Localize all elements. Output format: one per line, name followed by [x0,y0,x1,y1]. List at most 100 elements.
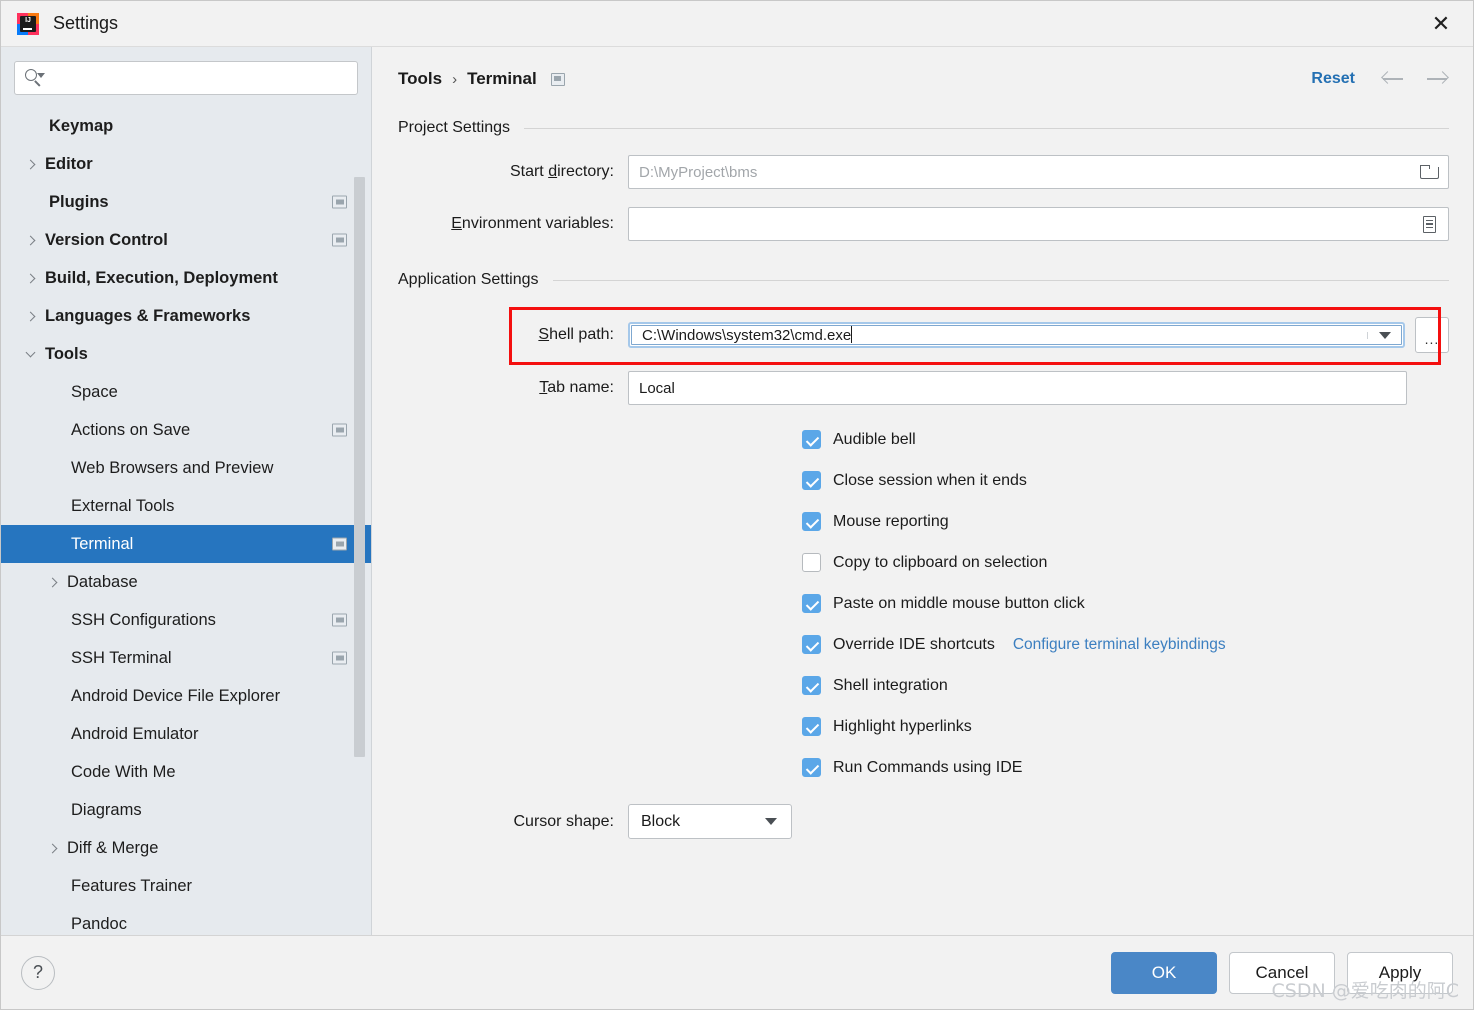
application-settings-title: Application Settings [398,271,539,288]
checkbox-row-override-ide-shortcuts[interactable]: Override IDE shortcuts Configure terminal… [398,624,1473,665]
configure-terminal-keybindings-link[interactable]: Configure terminal keybindings [1013,636,1226,654]
sidebar-item-plugins[interactable]: Plugins [1,183,371,221]
sidebar-item-pandoc[interactable]: Pandoc [1,905,371,935]
chevron-right-icon[interactable] [19,273,41,283]
checkbox-input[interactable] [802,512,821,531]
checkbox-row-mouse-reporting[interactable]: Mouse reporting [398,501,1473,542]
cursor-shape-select[interactable]: Block [628,804,792,839]
sidebar-item-android-device-file-explorer[interactable]: Android Device File Explorer [1,677,371,715]
breadcrumb-current: Terminal [467,69,537,88]
sidebar-item-external-tools[interactable]: External Tools [1,487,371,525]
sidebar-item-web-browsers-and-preview[interactable]: Web Browsers and Preview [1,449,371,487]
sidebar-item-editor[interactable]: Editor [1,145,371,183]
sidebar-item-version-control[interactable]: Version Control [1,221,371,259]
sidebar-item-label: SSH Configurations [71,610,216,629]
shell-path-label: Shell path: [538,326,614,343]
chevron-down-icon[interactable] [19,347,41,359]
shell-path-browse-button[interactable]: ... [1415,317,1449,353]
shell-path-dropdown-icon[interactable] [1367,331,1401,339]
sidebar-item-label: Editor [45,154,93,173]
back-arrow-icon[interactable] [1381,69,1405,89]
search-input[interactable] [48,70,348,86]
sidebar-item-label: Build, Execution, Deployment [45,268,278,287]
start-directory-input[interactable]: D:\MyProject\bms [628,155,1449,189]
environment-variables-row: Environment variables: [398,207,1449,241]
sidebar-item-label: SSH Terminal [71,648,172,667]
checkbox-row-close-session-when-it-ends[interactable]: Close session when it ends [398,460,1473,501]
forward-arrow-icon[interactable] [1425,69,1449,89]
reset-link[interactable]: Reset [1311,70,1355,88]
checkbox-label: Run Commands using IDE [833,758,1023,776]
env-list-icon[interactable] [1418,215,1440,233]
checkbox-input[interactable] [802,430,821,449]
checkbox-row-highlight-hyperlinks[interactable]: Highlight hyperlinks [398,706,1473,747]
checkbox-input[interactable] [802,471,821,490]
chevron-right-icon[interactable] [41,843,63,853]
breadcrumb-parent[interactable]: Tools [398,69,442,89]
tab-name-label: Tab name: [539,379,614,396]
tab-name-value: Local [639,379,675,397]
settings-main-panel: Tools › Terminal Reset Project Settings [372,47,1473,935]
ok-button[interactable]: OK [1111,951,1217,994]
sidebar-item-ssh-configurations[interactable]: SSH Configurations [1,601,371,639]
sidebar-item-build-execution-deployment[interactable]: Build, Execution, Deployment [1,259,371,297]
settings-tree: Keymap Editor Plugins Version Control Build,… [1,105,371,935]
checkbox-input[interactable] [802,635,821,654]
sidebar-item-keymap[interactable]: Keymap [1,107,371,145]
checkbox-label: Paste on middle mouse button click [833,594,1085,612]
sidebar-item-code-with-me[interactable]: Code With Me [1,753,371,791]
help-button[interactable]: ? [21,955,55,990]
sidebar-item-ssh-terminal[interactable]: SSH Terminal [1,639,371,677]
sidebar-item-label: Keymap [49,116,114,135]
chevron-right-icon[interactable] [19,235,41,245]
search-icon [24,68,45,88]
shell-path-input[interactable]: C:\Windows\system32\cmd.exe [632,326,1367,344]
sidebar-item-diff-merge[interactable]: Diff & Merge [1,829,371,867]
sidebar-item-terminal[interactable]: Terminal [1,525,371,563]
sidebar-item-space[interactable]: Space [1,373,371,411]
checkbox-input[interactable] [802,676,821,695]
sidebar-item-tools[interactable]: Tools [1,335,371,373]
tab-name-input[interactable]: Local [628,371,1407,405]
start-directory-value: D:\MyProject\bms [639,163,758,181]
checkbox-row-run-commands-using-ide[interactable]: Run Commands using IDE [398,747,1473,788]
sidebar-item-label: Version Control [45,230,168,249]
cursor-shape-value: Block [641,812,681,830]
environment-variables-input[interactable] [628,207,1449,241]
shell-path-combo[interactable]: C:\Windows\system32\cmd.exe [628,322,1405,348]
sidebar-item-features-trainer[interactable]: Features Trainer [1,867,371,905]
sidebar-item-actions-on-save[interactable]: Actions on Save [1,411,371,449]
checkbox-row-audible-bell[interactable]: Audible bell [398,419,1473,460]
sidebar-item-label: Android Emulator [71,724,199,743]
checkbox-input[interactable] [802,717,821,736]
chevron-right-icon[interactable] [19,311,41,321]
sidebar-item-label: Android Device File Explorer [71,686,281,705]
checkbox-row-copy-to-clipboard-on-selection[interactable]: Copy to clipboard on selection [398,542,1473,583]
checkbox-input[interactable] [802,758,821,777]
sidebar-item-label: Actions on Save [71,420,191,439]
sidebar-scrollbar[interactable] [354,177,365,757]
search-box[interactable] [14,61,358,95]
terminal-options-group: Audible bell Close session when it ends Mo… [372,419,1473,788]
project-scope-icon [332,537,347,551]
sidebar-item-label: Pandoc [71,914,127,933]
sidebar-item-android-emulator[interactable]: Android Emulator [1,715,371,753]
checkbox-row-shell-integration[interactable]: Shell integration [398,665,1473,706]
cancel-button[interactable]: Cancel [1229,951,1335,994]
sidebar-item-database[interactable]: Database [1,563,371,601]
checkbox-input[interactable] [802,594,821,613]
sidebar-item-label: Tools [45,344,88,363]
browse-folder-icon[interactable] [1418,165,1440,179]
close-icon[interactable]: ✕ [1409,1,1473,46]
sidebar-item-diagrams[interactable]: Diagrams [1,791,371,829]
apply-button[interactable]: Apply [1347,951,1453,994]
chevron-right-icon[interactable] [19,159,41,169]
sidebar-item-languages-frameworks[interactable]: Languages & Frameworks [1,297,371,335]
start-directory-row: Start directory: D:\MyProject\bms [398,155,1449,189]
checkbox-row-paste-on-middle-mouse-button-click[interactable]: Paste on middle mouse button click [398,583,1473,624]
chevron-right-icon[interactable] [41,577,63,587]
checkbox-input[interactable] [802,553,821,572]
sidebar-item-label: Features Trainer [71,876,193,895]
checkbox-label: Mouse reporting [833,512,949,530]
project-settings-header: Project Settings [398,119,1449,137]
